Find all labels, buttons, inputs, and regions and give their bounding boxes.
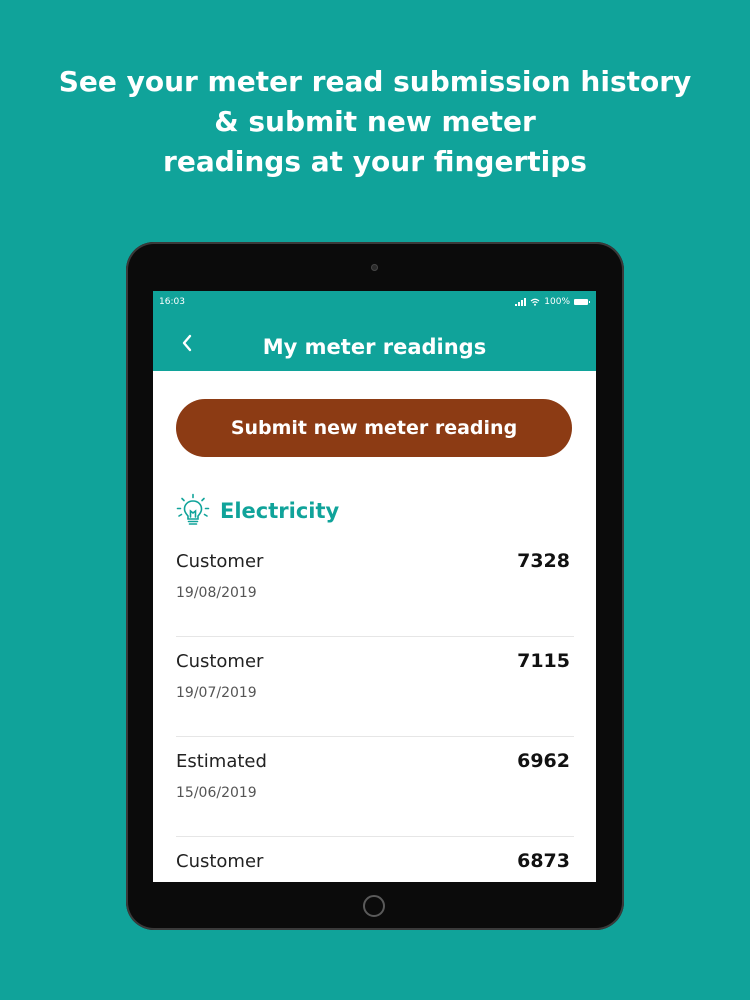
camera-icon [371,264,378,271]
list-item[interactable]: Estimated 15/06/2019 6962 [176,737,574,837]
electricity-section-heading: Electricity [176,493,574,529]
list-item[interactable]: Customer 19/07/2019 7115 [176,637,574,737]
headline-line-2: & submit new meter [214,105,536,138]
meter-readings-list: Customer 19/08/2019 7328 Customer 19/07/… [176,537,574,882]
section-title-electricity: Electricity [220,499,340,523]
list-item[interactable]: Customer 6873 [176,837,574,882]
reading-date: 15/06/2019 [176,785,257,801]
status-time: 16:03 [159,297,185,307]
reading-date: 19/08/2019 [176,585,257,601]
page-title: My meter readings [262,335,487,359]
status-bar: 16:03 100% [153,295,596,309]
status-indicators: 100% [515,295,590,309]
wifi-icon [530,298,540,306]
list-item[interactable]: Customer 19/08/2019 7328 [176,537,574,637]
lightbulb-icon [176,493,210,525]
app-header: 16:03 100% My meter readings [153,291,596,371]
battery-percent: 100% [544,297,570,307]
reading-type: Estimated [176,751,267,772]
main-content: Submit new meter reading Electricity Cus… [153,371,596,882]
reading-value: 7328 [517,550,570,572]
headline-line-3: readings at your fingertips [163,145,587,178]
headline-line-1: See your meter read submission history [58,65,692,98]
promo-headline: See your meter read submission history &… [0,62,750,182]
app-screen: 16:03 100% My meter readings Submit new … [153,291,596,882]
battery-icon [574,299,590,305]
tablet-frame: 16:03 100% My meter readings Submit new … [126,242,624,930]
signal-icon [515,298,527,306]
reading-type: Customer [176,651,264,672]
reading-date: 19/07/2019 [176,685,257,701]
home-button[interactable] [363,895,385,917]
submit-meter-reading-button[interactable]: Submit new meter reading [176,399,572,457]
reading-value: 7115 [517,650,570,672]
reading-type: Customer [176,551,264,572]
reading-type: Customer [176,851,264,872]
reading-value: 6873 [517,850,570,872]
reading-value: 6962 [517,750,570,772]
